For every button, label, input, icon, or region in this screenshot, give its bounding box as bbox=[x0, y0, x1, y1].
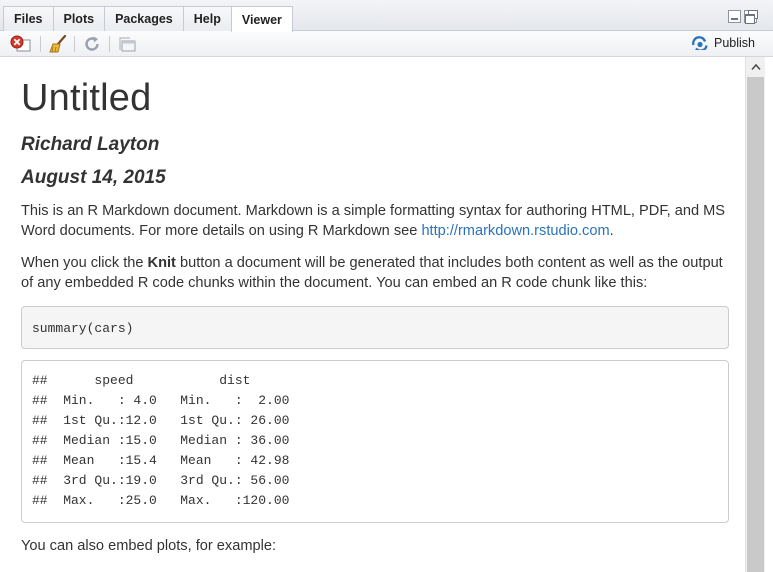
stop-icon bbox=[10, 35, 31, 52]
intro-paragraph: This is an R Markdown document. Markdown… bbox=[21, 203, 726, 239]
code-line: summary(cars) bbox=[32, 321, 134, 336]
tab-files[interactable]: Files bbox=[3, 6, 54, 31]
document-title: Untitled bbox=[21, 77, 152, 119]
open-in-window-icon bbox=[119, 37, 136, 52]
scroll-up-button[interactable] bbox=[746, 57, 765, 76]
pane-tab-bar: Files Plots Packages Help Viewer bbox=[0, 0, 773, 32]
plots-paragraph: You can also embed plots, for example: bbox=[21, 538, 277, 554]
code-output: ## speed dist ## Min. : 4.0 Min. : 2.00 … bbox=[21, 360, 729, 523]
tab-packages[interactable]: Packages bbox=[104, 6, 184, 31]
scrollbar-thumb[interactable] bbox=[747, 77, 764, 572]
rmarkdown-link[interactable]: http://rmarkdown.rstudio.com bbox=[421, 223, 609, 239]
output-line: ## 1st Qu.:12.0 1st Qu.: 26.00 bbox=[32, 413, 306, 428]
vertical-scrollbar[interactable] bbox=[745, 57, 765, 572]
output-line: ## Mean :15.4 Mean : 42.98 bbox=[32, 453, 306, 468]
publish-label: Publish bbox=[714, 36, 755, 50]
maximize-pane-button[interactable] bbox=[744, 10, 758, 24]
window-controls bbox=[728, 10, 758, 24]
document-author: Richard Layton bbox=[21, 134, 160, 155]
tab-viewer[interactable]: Viewer bbox=[230, 6, 293, 32]
chevron-up-icon bbox=[750, 63, 761, 70]
pane-tabs: Files Plots Packages Help Viewer bbox=[3, 6, 293, 32]
code-chunk: summary(cars) bbox=[21, 306, 729, 349]
publish-icon bbox=[692, 36, 708, 50]
publish-button[interactable]: Publish bbox=[691, 36, 755, 50]
refresh-viewer-button[interactable] bbox=[83, 35, 101, 53]
output-line: ## Min. : 4.0 Min. : 2.00 bbox=[32, 393, 306, 408]
output-line: ## 3rd Qu.:19.0 3rd Qu.: 56.00 bbox=[32, 473, 306, 488]
viewer-toolbar: Publish bbox=[0, 31, 773, 57]
document-date: August 14, 2015 bbox=[21, 167, 166, 188]
knit-bold: Knit bbox=[147, 255, 176, 271]
tab-plots[interactable]: Plots bbox=[52, 6, 106, 31]
open-in-new-window-button[interactable] bbox=[118, 35, 138, 53]
clear-viewer-button[interactable] bbox=[49, 35, 69, 53]
output-line: ## Median :15.0 Median : 36.00 bbox=[32, 433, 306, 448]
stop-button[interactable] bbox=[9, 35, 33, 53]
refresh-icon bbox=[85, 36, 99, 51]
clear-broom-icon bbox=[49, 35, 67, 53]
knit-paragraph: When you click the Knit button a documen… bbox=[21, 255, 723, 291]
output-line: ## Max. :25.0 Max. :120.00 bbox=[32, 493, 306, 508]
output-line: ## speed dist bbox=[32, 373, 306, 388]
tab-help[interactable]: Help bbox=[182, 6, 232, 31]
minimize-pane-button[interactable] bbox=[728, 10, 741, 23]
viewer-content: Untitled Richard Layton August 14, 2015 … bbox=[0, 57, 745, 572]
